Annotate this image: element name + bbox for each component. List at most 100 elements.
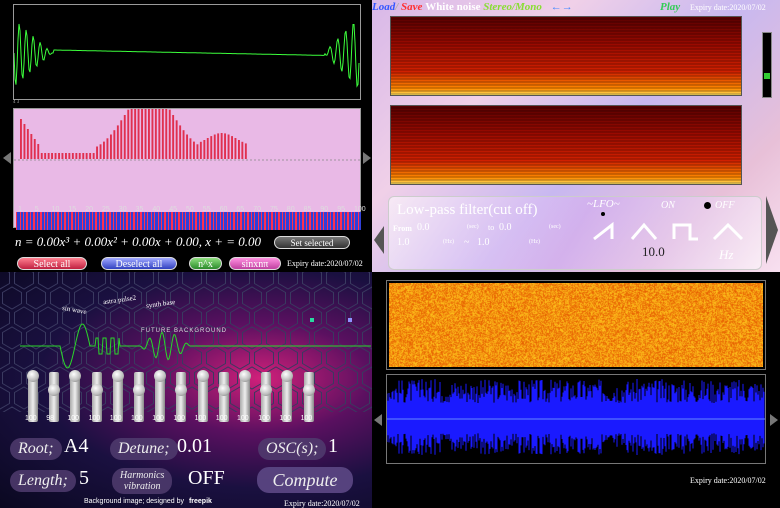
selector-stripe[interactable] xyxy=(140,212,142,230)
selector-stripe[interactable] xyxy=(250,212,252,230)
selector-stripe[interactable] xyxy=(340,212,342,230)
root-value[interactable]: A4 xyxy=(64,435,88,458)
lfo-off-option[interactable]: OFF xyxy=(715,200,734,211)
selector-stripe[interactable] xyxy=(126,212,128,230)
selector-stripe[interactable] xyxy=(212,212,215,230)
square-wave-icon[interactable] xyxy=(672,223,698,241)
harmonic-bar[interactable] xyxy=(51,153,53,159)
selector-stripe[interactable] xyxy=(174,212,177,230)
harmonic-bar[interactable] xyxy=(68,153,71,159)
selector-stripe[interactable] xyxy=(240,212,242,230)
selector-stripe[interactable] xyxy=(143,212,146,230)
harmonic-bar[interactable] xyxy=(75,153,78,159)
harmonic-bar[interactable] xyxy=(186,134,188,160)
lfo-waveform-icons[interactable] xyxy=(592,219,760,243)
harmonic-bar[interactable] xyxy=(141,93,143,159)
harmonic-bar[interactable] xyxy=(161,100,164,159)
scroll-left-icon[interactable] xyxy=(3,152,11,164)
selector-stripe[interactable] xyxy=(336,212,339,230)
harmonic-bar[interactable] xyxy=(23,124,26,159)
harmonic-bar[interactable] xyxy=(71,153,74,159)
harmonic-bar[interactable] xyxy=(158,96,161,159)
time-from-value[interactable]: 0.0 xyxy=(417,222,430,233)
harmonic-bar[interactable] xyxy=(203,140,206,159)
selector-stripe[interactable] xyxy=(219,212,221,230)
selector-stripe[interactable] xyxy=(192,212,194,230)
selector-stripe[interactable] xyxy=(288,212,290,230)
harmonic-bar[interactable] xyxy=(234,138,237,159)
selector-stripe[interactable] xyxy=(295,212,297,230)
selector-stripe[interactable] xyxy=(91,212,94,230)
harmonic-bar[interactable] xyxy=(110,134,112,160)
harmonic-bar[interactable] xyxy=(165,104,168,159)
selector-stripe[interactable] xyxy=(136,212,139,230)
selector-stripe[interactable] xyxy=(43,212,45,230)
selector-stripe[interactable] xyxy=(223,212,225,230)
next-output-icon[interactable] xyxy=(770,414,778,426)
selector-stripe[interactable] xyxy=(154,212,156,230)
selector-stripe[interactable] xyxy=(19,212,21,230)
lfo-rate-value[interactable]: 10.0 xyxy=(642,244,665,260)
harmonic-bar[interactable] xyxy=(213,134,216,160)
harmonic-slider-knob[interactable] xyxy=(217,384,230,396)
compute-button[interactable]: Compute xyxy=(257,467,353,493)
harmonic-bar[interactable] xyxy=(82,153,85,159)
selector-stripe[interactable] xyxy=(278,212,280,230)
selector-stripe[interactable] xyxy=(333,212,335,230)
selector-stripe[interactable] xyxy=(157,212,159,230)
harmonic-bar[interactable] xyxy=(238,140,240,159)
selector-stripe[interactable] xyxy=(236,212,239,230)
selector-stripe[interactable] xyxy=(54,212,56,230)
select-all-button[interactable]: Select all xyxy=(17,257,87,270)
selector-stripe[interactable] xyxy=(85,212,87,230)
selector-stripe[interactable] xyxy=(123,212,125,230)
selector-stripe[interactable] xyxy=(226,212,228,230)
harmonic-bar[interactable] xyxy=(85,153,88,159)
detune-value[interactable]: 0.01 xyxy=(177,435,212,458)
set-selected-button[interactable]: Set selected xyxy=(274,236,350,249)
selector-stripe[interactable] xyxy=(323,212,325,230)
play-button[interactable]: Play xyxy=(660,1,680,13)
osc-count-value[interactable]: 1 xyxy=(328,435,338,458)
selector-stripe[interactable] xyxy=(129,212,132,230)
harmonic-bar[interactable] xyxy=(148,91,150,159)
selector-stripe[interactable] xyxy=(281,212,284,230)
harmonic-bar[interactable] xyxy=(224,133,226,159)
selector-stripe[interactable] xyxy=(329,212,332,230)
selector-stripe[interactable] xyxy=(264,212,266,230)
time-to-value[interactable]: 0.0 xyxy=(499,222,512,233)
harmonic-bar[interactable] xyxy=(78,153,81,159)
selector-stripe[interactable] xyxy=(267,212,270,230)
selector-stripe[interactable] xyxy=(298,212,301,230)
selector-stripe[interactable] xyxy=(343,212,346,230)
selector-stripe[interactable] xyxy=(119,212,121,230)
selector-stripe[interactable] xyxy=(233,212,235,230)
harmonic-bar[interactable] xyxy=(210,136,213,159)
selector-stripe[interactable] xyxy=(178,212,180,230)
sin-harmonic-button[interactable]: sinxnπ xyxy=(229,257,281,270)
freq-to-value[interactable]: 1.0 xyxy=(477,237,490,248)
harmonic-bar[interactable] xyxy=(120,120,123,159)
selector-stripe[interactable] xyxy=(57,212,59,230)
selector-stripe[interactable] xyxy=(357,212,359,230)
harmonic-bar[interactable] xyxy=(127,109,130,159)
selector-stripe[interactable] xyxy=(74,212,77,230)
selector-stripe[interactable] xyxy=(26,212,28,230)
harmonic-slider-knob[interactable] xyxy=(196,370,209,382)
harmonic-bar[interactable] xyxy=(99,144,102,159)
selector-stripe[interactable] xyxy=(350,212,353,230)
prev-output-icon[interactable] xyxy=(374,414,382,426)
selector-stripe[interactable] xyxy=(309,212,311,230)
harmonic-bar[interactable] xyxy=(175,120,178,159)
selector-stripe[interactable] xyxy=(47,212,49,230)
selector-stripe[interactable] xyxy=(305,212,308,230)
selector-stripe[interactable] xyxy=(198,212,201,230)
harmonic-bar[interactable] xyxy=(220,133,223,159)
harmonic-bar[interactable] xyxy=(54,153,57,159)
harmonic-bar[interactable] xyxy=(151,91,154,159)
selector-stripe[interactable] xyxy=(78,212,80,230)
harmonic-bar[interactable] xyxy=(168,109,171,159)
power-n-x-button[interactable]: n^x xyxy=(189,257,222,270)
selector-stripe[interactable] xyxy=(88,212,90,230)
selector-stripe[interactable] xyxy=(271,212,273,230)
